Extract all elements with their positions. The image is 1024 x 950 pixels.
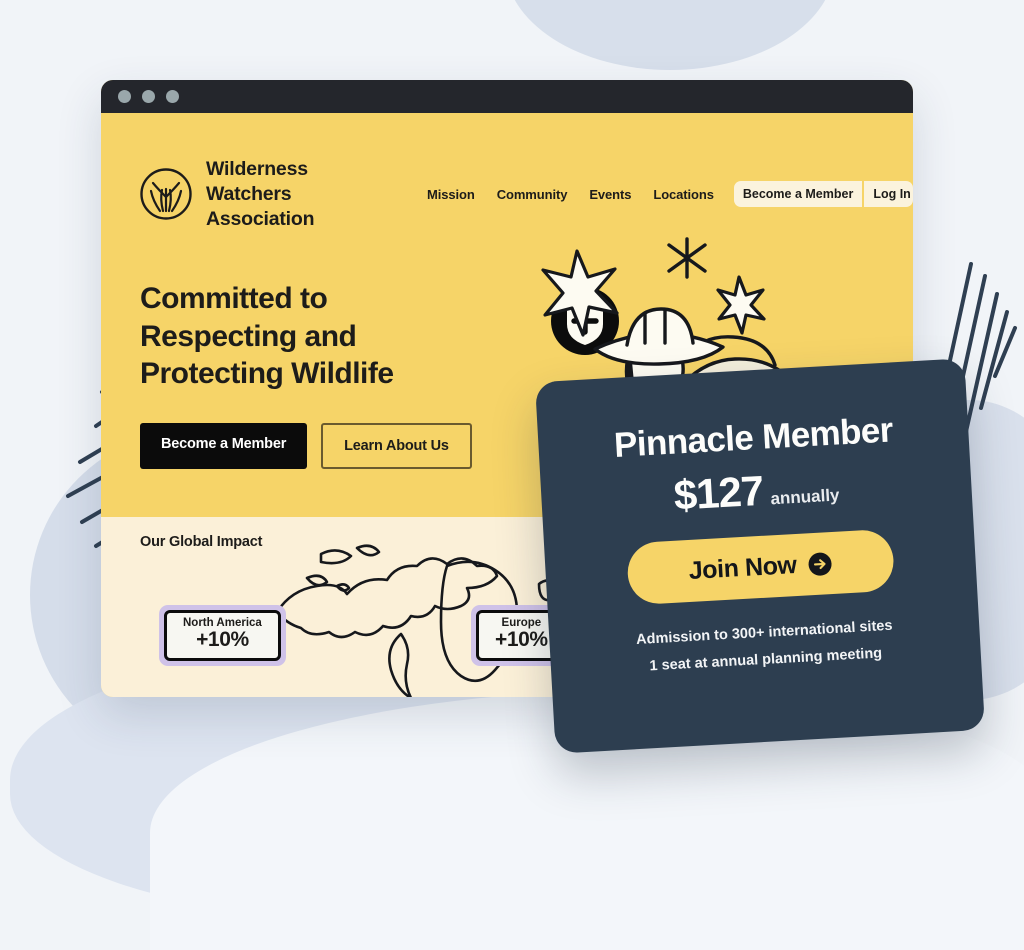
price-amount: $127	[672, 466, 765, 519]
nav-link-locations[interactable]: Locations	[653, 187, 714, 202]
impact-title: Our Global Impact	[140, 534, 263, 550]
feature-list: Admission to 300+ international sites 1 …	[635, 613, 894, 681]
pricing-row: $127 annually	[672, 463, 840, 520]
join-now-label: Join Now	[687, 550, 798, 585]
grass-circle-logo-icon	[140, 168, 192, 221]
top-navigation: Wilderness Watchers Association Mission …	[101, 113, 913, 232]
auth-button-group: Become a Member Log In	[733, 181, 913, 208]
close-dot-icon[interactable]	[118, 90, 131, 103]
badge-value: +10%	[196, 628, 249, 651]
decor-blob-top	[505, 0, 835, 70]
badge-inner: North America +10%	[164, 610, 281, 661]
price-period: annually	[770, 485, 840, 509]
sparkle-icon	[667, 237, 707, 279]
nav-link-mission[interactable]: Mission	[427, 187, 475, 202]
log-in-button[interactable]: Log In	[862, 181, 913, 208]
minimize-dot-icon[interactable]	[142, 90, 155, 103]
join-now-button[interactable]: Join Now	[626, 528, 896, 606]
maximize-dot-icon[interactable]	[166, 90, 179, 103]
brand-name: Wilderness Watchers Association	[206, 158, 315, 230]
page-canvas: Wilderness Watchers Association Mission …	[0, 0, 1024, 950]
pinnacle-member-pricing-card: Pinnacle Member $127 annually Join Now A…	[534, 358, 986, 754]
become-a-member-nav-button[interactable]: Become a Member	[734, 181, 862, 207]
become-a-member-button[interactable]: Become a Member	[140, 423, 308, 470]
impact-badge-north-america[interactable]: North America +10%	[159, 605, 286, 666]
brand[interactable]: Wilderness Watchers Association	[139, 157, 389, 232]
badge-value: +10%	[495, 628, 548, 651]
nav-links: Mission Community Events Locations	[427, 187, 714, 202]
nav-link-community[interactable]: Community	[497, 187, 568, 202]
pricing-card-title: Pinnacle Member	[613, 410, 894, 465]
nav-link-events[interactable]: Events	[589, 187, 631, 202]
arrow-right-circle-icon	[808, 552, 832, 576]
learn-about-us-button[interactable]: Learn About Us	[321, 423, 472, 470]
browser-titlebar	[101, 80, 913, 113]
